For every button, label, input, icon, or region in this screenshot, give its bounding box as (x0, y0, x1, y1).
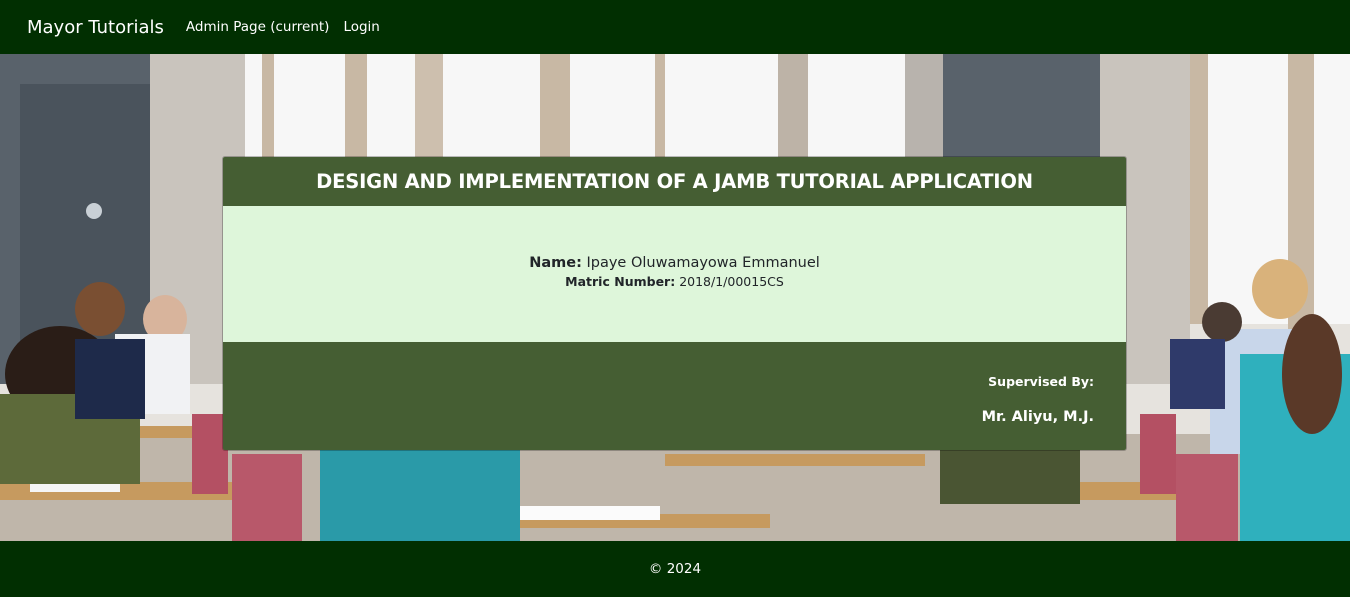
matric-value: 2018/1/00015CS (679, 274, 784, 289)
nav-link-login[interactable]: Login (343, 19, 379, 35)
nav-link-admin-page[interactable]: Admin Page (current) (186, 19, 330, 35)
project-card: DESIGN AND IMPLEMENTATION OF A JAMB TUTO… (222, 156, 1127, 451)
brand-link[interactable]: Mayor Tutorials (27, 17, 164, 38)
project-title: DESIGN AND IMPLEMENTATION OF A JAMB TUTO… (316, 170, 1033, 193)
card-footer: Supervised By: Mr. Aliyu, M.J. (223, 342, 1126, 450)
name-label: Name: (529, 255, 582, 271)
supervisor-name: Mr. Aliyu, M.J. (981, 409, 1094, 425)
name-value: Ipaye Oluwamayowa Emmanuel (586, 255, 820, 271)
top-navbar: Mayor Tutorials Admin Page (current) Log… (0, 0, 1350, 54)
page-footer: © 2024 (0, 541, 1350, 597)
matric-number-line: Matric Number: 2018/1/00015CS (565, 274, 784, 289)
supervised-by-label: Supervised By: (988, 374, 1094, 389)
card-body: Name: Ipaye Oluwamayowa Emmanuel Matric … (223, 206, 1126, 342)
card-header: DESIGN AND IMPLEMENTATION OF A JAMB TUTO… (223, 157, 1126, 206)
student-name-line: Name: Ipaye Oluwamayowa Emmanuel (529, 255, 820, 271)
copyright-text: © 2024 (648, 561, 702, 577)
matric-label: Matric Number: (565, 274, 676, 289)
